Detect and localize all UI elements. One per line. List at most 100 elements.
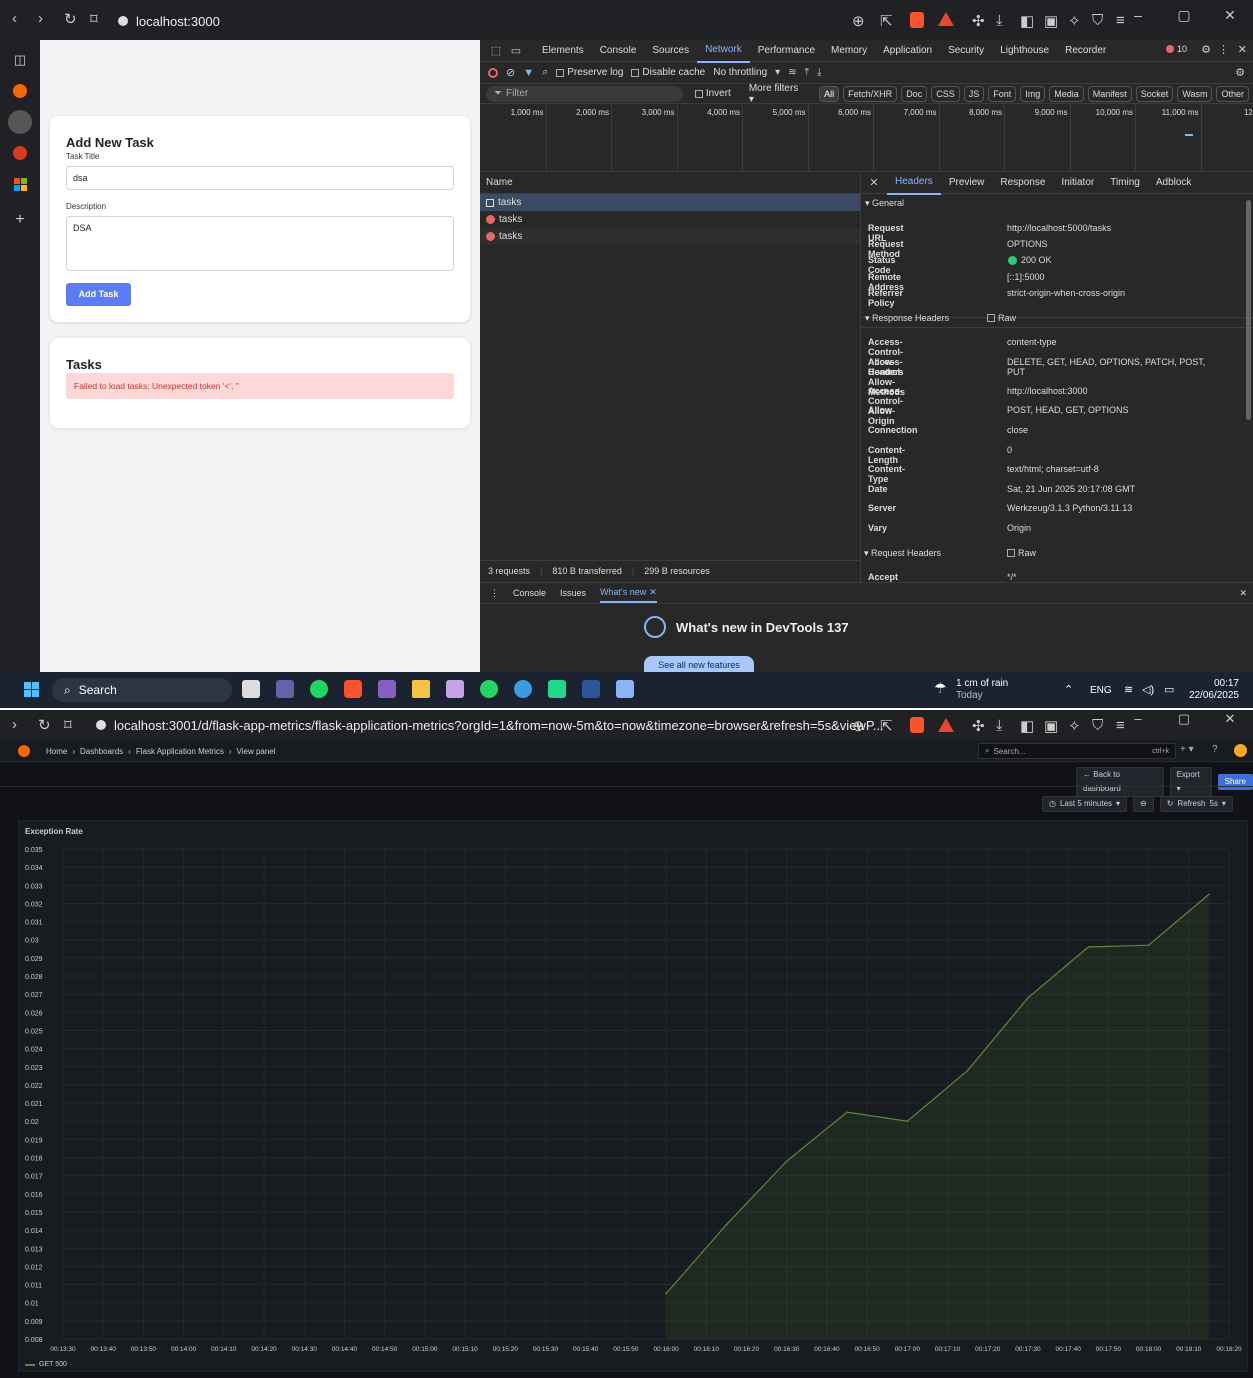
brave-shield-icon[interactable] — [910, 12, 924, 28]
brave-icon[interactable] — [344, 680, 362, 698]
sidebar-panel-icon[interactable]: ◫ — [8, 48, 32, 72]
chevron-up-icon[interactable]: ⌃ — [1064, 683, 1073, 696]
breadcrumb-item[interactable]: Dashboards — [80, 747, 123, 756]
zoom-icon[interactable]: ⊕ — [852, 717, 865, 735]
wallet-icon[interactable]: ▣ — [1044, 12, 1058, 30]
settings-gear-icon[interactable]: ⚙ — [1201, 43, 1211, 56]
back-to-dashboard-button[interactable]: ← Back to dashboard — [1076, 767, 1164, 797]
reload-icon[interactable]: ↻ — [38, 716, 51, 734]
drawer-tab-issues[interactable]: Issues — [560, 588, 586, 598]
filter-chip-media[interactable]: Media — [1049, 85, 1084, 102]
filter-chip-font[interactable]: Font — [988, 85, 1017, 102]
response-headers-title[interactable]: ▾ Response Headers — [865, 313, 949, 324]
wifi-icon[interactable]: ≋ — [788, 67, 796, 78]
brave-rewards-icon[interactable] — [938, 718, 954, 732]
task-title-input[interactable]: dsa — [66, 166, 454, 190]
invert-checkbox[interactable]: Invert — [694, 88, 731, 99]
close-icon[interactable]: ✕ — [1207, 0, 1253, 30]
file-explorer-icon[interactable] — [412, 680, 430, 698]
sidebar-icon[interactable]: ◧ — [1020, 12, 1034, 30]
share-icon[interactable]: ⇱ — [880, 717, 893, 735]
drawer-menu-icon[interactable]: ⋮ — [490, 588, 499, 599]
import-icon[interactable]: ⤒ — [805, 67, 809, 78]
general-section-title[interactable]: ▾ General — [865, 198, 904, 209]
share-icon[interactable]: ⇱ — [880, 12, 893, 30]
device-toggle-icon[interactable]: ▭ — [506, 44, 526, 57]
devtools-tab-lighthouse[interactable]: Lighthouse — [992, 40, 1057, 62]
drawer-tab-console[interactable]: Console — [513, 588, 546, 598]
grafana-search-input[interactable]: ⌕ Search... ctrl+k — [978, 743, 1176, 759]
photos-icon[interactable] — [616, 680, 634, 698]
error-badge[interactable]: 10 — [1165, 44, 1187, 54]
devtools-tab-console[interactable]: Console — [592, 40, 645, 62]
site-info-icon[interactable] — [96, 720, 106, 730]
see-all-features-button[interactable]: See all new features — [644, 656, 754, 672]
opera-icon[interactable] — [13, 146, 27, 160]
grafana-icon[interactable] — [13, 84, 27, 98]
throttling-select[interactable]: No throttling — [713, 67, 767, 78]
forward-icon[interactable]: › — [12, 716, 17, 733]
avatar[interactable] — [1234, 744, 1247, 757]
preserve-log-checkbox[interactable]: Preserve log — [556, 67, 623, 78]
grafana-logo-icon[interactable] — [18, 745, 30, 757]
drawer-tab-whats-new[interactable]: What's new ✕ — [600, 583, 657, 603]
close-devtools-icon[interactable]: ✕ — [1238, 43, 1247, 56]
detail-scrollbar[interactable] — [1246, 200, 1251, 420]
detail-tab-adblock[interactable]: Adblock — [1148, 172, 1200, 194]
breadcrumb-item[interactable]: Home — [46, 747, 67, 756]
task-view-icon[interactable] — [242, 680, 260, 698]
disable-cache-checkbox[interactable]: Disable cache — [631, 67, 705, 78]
detail-tab-headers[interactable]: Headers — [887, 172, 941, 195]
filter-chip-manifest[interactable]: Manifest — [1087, 85, 1132, 102]
detail-tab-initiator[interactable]: Initiator — [1053, 172, 1102, 194]
close-tab-icon[interactable]: ✕ — [649, 583, 657, 601]
filter-chip-other[interactable]: Other — [1216, 85, 1249, 102]
extensions-icon[interactable]: ✣ — [972, 717, 985, 735]
wifi-icon[interactable]: ≋ — [1124, 683, 1133, 696]
windows-start-icon[interactable] — [24, 682, 39, 697]
devtools-tab-application[interactable]: Application — [875, 40, 940, 62]
volume-icon[interactable]: ◁) — [1142, 683, 1154, 696]
leo-icon[interactable]: ✧ — [1068, 12, 1081, 30]
filter-chip-doc[interactable]: Doc — [901, 85, 928, 102]
bookmark-icon[interactable]: ⌑ — [64, 716, 72, 734]
downloads-icon[interactable]: ⤓ — [996, 12, 1003, 29]
clock[interactable]: 00:17 22/06/2025 — [1189, 678, 1239, 702]
detail-tab-preview[interactable]: Preview — [941, 172, 993, 194]
devtools-tab-memory[interactable]: Memory — [823, 40, 875, 62]
request-headers-title[interactable]: ▾ Request Headers — [864, 548, 941, 559]
whatsapp-icon[interactable] — [480, 680, 498, 698]
inspect-icon[interactable]: ⬚ — [486, 44, 506, 57]
clear-icon[interactable]: ⊘ — [506, 66, 515, 79]
paint-icon[interactable] — [446, 680, 464, 698]
pycharm-icon[interactable] — [548, 680, 566, 698]
devtools-tab-performance[interactable]: Performance — [750, 40, 823, 62]
chatgpt-icon[interactable] — [8, 110, 32, 134]
dropdown-icon[interactable]: ▾ — [775, 67, 780, 78]
zoom-out-button[interactable]: ⊖ — [1133, 796, 1154, 812]
more-options-icon[interactable]: ⋮ — [1218, 43, 1229, 56]
address-bar[interactable]: localhost:3000 — [118, 9, 220, 33]
leo-icon[interactable]: ✧ — [1068, 717, 1081, 735]
close-icon[interactable]: ✕ — [1207, 710, 1253, 728]
teams-icon[interactable] — [276, 680, 294, 698]
refresh-button[interactable]: ↻ Refresh 5s ▾ — [1159, 796, 1233, 812]
weather-icon[interactable]: ☂ — [934, 680, 947, 697]
microsoft-icon[interactable] — [8, 172, 32, 196]
brave-shield-icon[interactable] — [910, 717, 924, 733]
record-icon[interactable] — [488, 67, 498, 78]
add-task-button[interactable]: Add Task — [66, 283, 131, 306]
share-button[interactable]: Share — [1217, 774, 1253, 790]
exception-rate-chart[interactable]: 0.035 0.034 0.033 0.032 0.031 0.03 0.029 0.028 0… — [19, 821, 1249, 1373]
site-info-icon[interactable] — [118, 16, 128, 26]
sidebar-icon[interactable]: ◧ — [1020, 717, 1034, 735]
detail-tab-timing[interactable]: Timing — [1102, 172, 1148, 194]
taskbar-search[interactable]: ⌕ Search — [52, 678, 232, 702]
close-detail-icon[interactable]: ✕ — [861, 176, 887, 189]
battery-icon[interactable]: ▭ — [1164, 683, 1174, 696]
devtools-tab-security[interactable]: Security — [940, 40, 992, 62]
filter-input[interactable]: ⏷ Filter — [486, 85, 683, 102]
forward-icon[interactable]: › — [38, 10, 43, 27]
filter-chip-all[interactable]: All — [819, 85, 840, 102]
reload-icon[interactable]: ↻ — [64, 10, 77, 28]
